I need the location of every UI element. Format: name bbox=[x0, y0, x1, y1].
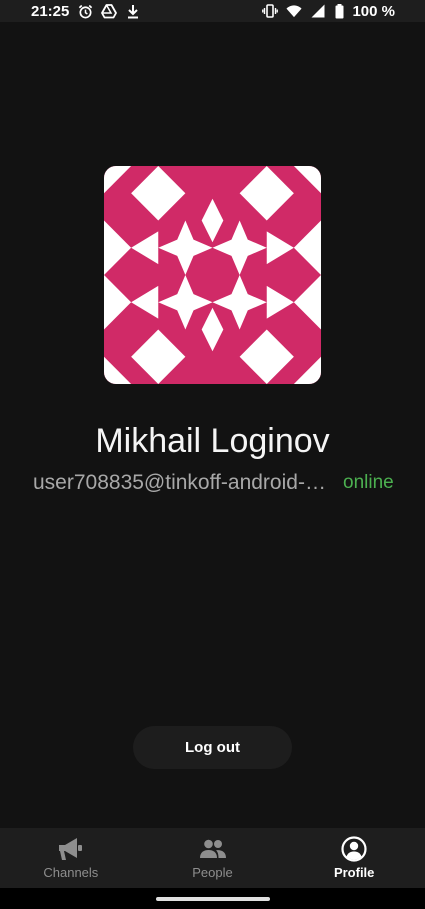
battery-percentage: 100 % bbox=[352, 2, 395, 20]
avatar-pattern bbox=[104, 166, 321, 384]
status-bar: 21:25 100 % bbox=[0, 0, 425, 22]
signal-icon bbox=[310, 3, 326, 19]
gesture-area bbox=[0, 888, 425, 909]
megaphone-icon bbox=[57, 836, 85, 862]
vibrate-icon bbox=[262, 3, 279, 19]
nav-label-channels: Channels bbox=[43, 865, 99, 880]
profile-name: Mikhail Loginov bbox=[95, 422, 330, 460]
email-row: user708835@tinkoff-android-s… online bbox=[33, 468, 403, 498]
drive-icon bbox=[101, 3, 118, 19]
alarm-icon bbox=[77, 3, 93, 19]
wifi-icon bbox=[286, 3, 302, 19]
profile-email: user708835@tinkoff-android-s… bbox=[33, 471, 336, 494]
status-left: 21:25 bbox=[31, 3, 141, 20]
nav-label-profile: Profile bbox=[333, 865, 375, 880]
nav-label-people: People bbox=[192, 865, 233, 880]
bottom-nav: Channels People Profile bbox=[0, 828, 425, 888]
profile-icon bbox=[340, 836, 368, 862]
download-icon bbox=[125, 3, 141, 19]
battery-icon bbox=[334, 3, 344, 19]
gesture-handle[interactable] bbox=[156, 897, 270, 901]
people-icon bbox=[199, 836, 227, 862]
logout-button[interactable]: Log out bbox=[133, 726, 292, 769]
nav-item-profile[interactable]: Profile bbox=[283, 828, 425, 888]
status-time: 21:25 bbox=[31, 2, 70, 20]
avatar bbox=[104, 166, 321, 384]
nav-item-people[interactable]: People bbox=[142, 828, 284, 888]
online-status: online bbox=[343, 472, 394, 493]
nav-item-channels[interactable]: Channels bbox=[0, 828, 142, 888]
status-right: 100 % bbox=[262, 3, 395, 20]
